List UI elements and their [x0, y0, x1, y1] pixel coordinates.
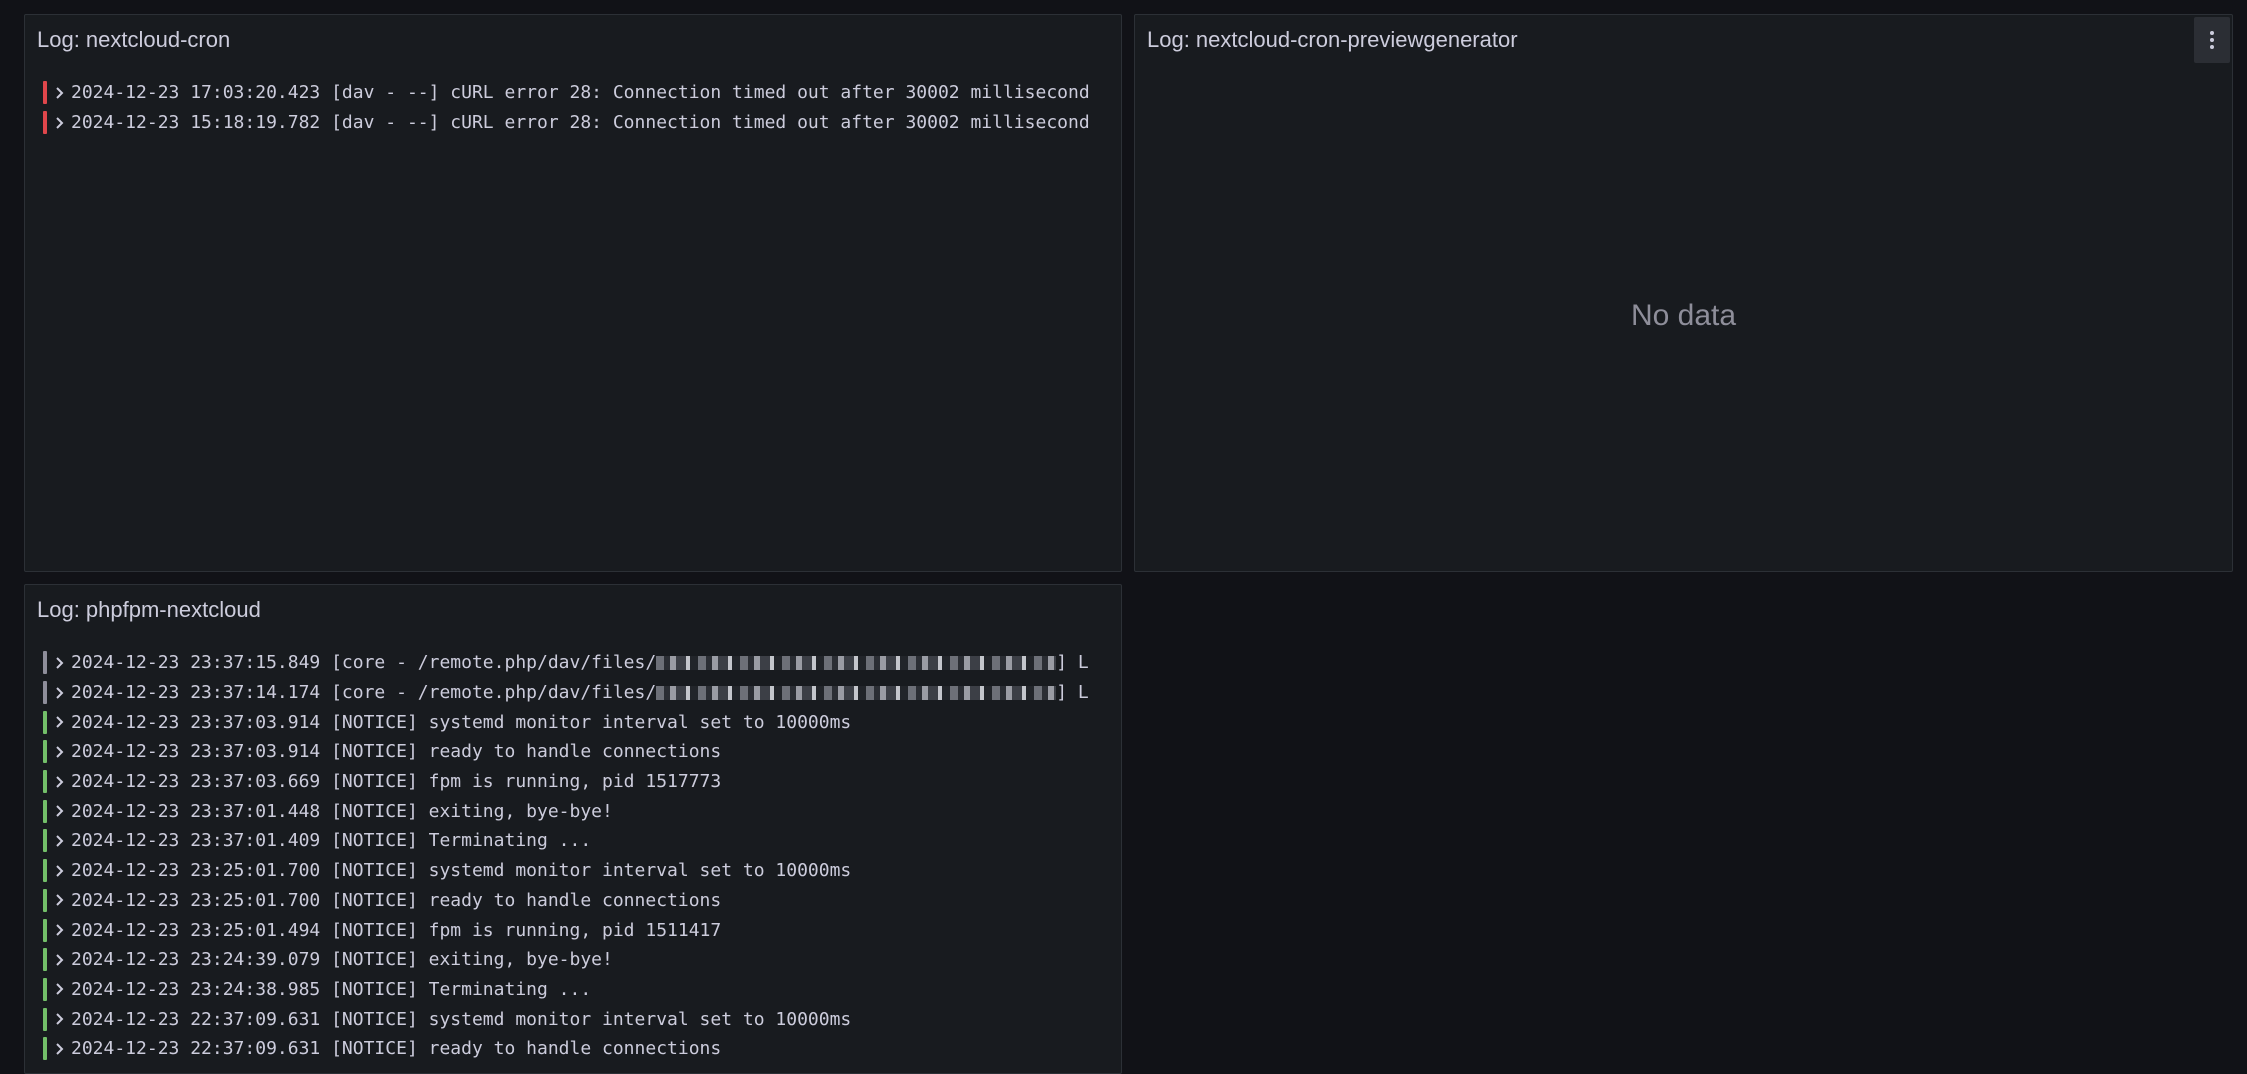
log-row[interactable]: 2024-12-23 23:37:03.914 [NOTICE] ready t…: [43, 737, 1111, 767]
chevron-right-icon[interactable]: [53, 829, 67, 852]
log-list: 2024-12-23 23:37:15.849 [core - /remote.…: [43, 648, 1111, 1073]
redacted-path: [656, 686, 1057, 701]
no-data-message: No data: [1630, 299, 1737, 332]
log-message: 2024-12-23 22:37:09.631 [NOTICE] systemd…: [71, 1008, 852, 1030]
chevron-right-icon[interactable]: [53, 111, 67, 134]
chevron-right-icon[interactable]: [53, 651, 67, 674]
log-level-indicator: [43, 918, 47, 942]
log-level-indicator: [43, 859, 47, 883]
log-message: 2024-12-23 15:18:19.782 [dav - --] cURL …: [71, 112, 1090, 134]
log-message-suffix: ] L: [1056, 682, 1089, 704]
log-message: 2024-12-23 23:37:03.669 [NOTICE] fpm is …: [71, 771, 722, 793]
log-row[interactable]: 2024-12-23 22:37:09.631 [NOTICE] systemd…: [43, 1004, 1111, 1034]
log-row[interactable]: 2024-12-23 23:25:01.700 [NOTICE] systemd…: [43, 856, 1111, 886]
chevron-right-icon[interactable]: [53, 948, 67, 971]
log-level-indicator: [43, 710, 47, 734]
log-row[interactable]: 2024-12-23 15:18:19.782 [dav - --] cURL …: [43, 108, 1111, 138]
log-row[interactable]: 2024-12-23 23:24:39.079 [NOTICE] exiting…: [43, 945, 1111, 975]
chevron-right-icon[interactable]: [53, 1008, 67, 1031]
log-message: 2024-12-23 23:37:01.448 [NOTICE] exiting…: [71, 800, 613, 822]
panel-phpfpm-nextcloud: Log: phpfpm-nextcloud 2024-12-23 23:37:1…: [24, 584, 1122, 1074]
log-row[interactable]: 2024-12-23 23:37:15.849 [core - /remote.…: [43, 648, 1111, 678]
chevron-right-icon[interactable]: [53, 681, 67, 704]
log-row[interactable]: 2024-12-23 23:37:03.914 [NOTICE] systemd…: [43, 707, 1111, 737]
log-level-indicator: [43, 770, 47, 794]
log-row[interactable]: 2024-12-23 23:37:01.448 [NOTICE] exiting…: [43, 796, 1111, 826]
panel-nextcloud-cron-previewgenerator: Log: nextcloud-cron-previewgenerator No …: [1134, 14, 2233, 572]
log-level-indicator: [43, 799, 47, 823]
chevron-right-icon[interactable]: [53, 1037, 67, 1060]
redacted-path: [656, 656, 1057, 671]
log-message: 2024-12-23 22:37:09.631 [NOTICE] ready t…: [71, 1038, 722, 1060]
panel-title[interactable]: Log: nextcloud-cron: [37, 27, 230, 53]
log-message: 2024-12-23 23:25:01.700 [NOTICE] ready t…: [71, 889, 722, 911]
log-list: 2024-12-23 17:03:20.423 [dav - --] cURL …: [43, 78, 1111, 571]
log-row[interactable]: 2024-12-23 23:25:01.700 [NOTICE] ready t…: [43, 886, 1111, 916]
log-row[interactable]: 2024-12-23 22:37:09.631 [NOTICE] ready t…: [43, 1034, 1111, 1064]
log-row[interactable]: 2024-12-23 23:37:14.174 [core - /remote.…: [43, 678, 1111, 708]
log-message: 2024-12-23 17:03:20.423 [dav - --] cURL …: [71, 82, 1090, 104]
log-message-suffix: ] L: [1056, 652, 1089, 674]
log-message: 2024-12-23 23:25:01.494 [NOTICE] fpm is …: [71, 919, 722, 941]
log-level-indicator: [43, 977, 47, 1001]
chevron-right-icon[interactable]: [53, 859, 67, 882]
chevron-right-icon[interactable]: [53, 711, 67, 734]
log-message-prefix: 2024-12-23 23:37:15.849 [core - /remote.…: [71, 652, 657, 674]
log-row[interactable]: 2024-12-23 17:03:20.423 [dav - --] cURL …: [43, 78, 1111, 108]
log-row[interactable]: 2024-12-23 23:37:03.669 [NOTICE] fpm is …: [43, 767, 1111, 797]
log-row[interactable]: 2024-12-23 23:24:38.985 [NOTICE] Termina…: [43, 975, 1111, 1005]
log-message: 2024-12-23 23:37:15.849 [core - /remote.…: [71, 652, 1089, 673]
chevron-right-icon[interactable]: [53, 919, 67, 942]
log-row[interactable]: 2024-12-23 23:37:01.409 [NOTICE] Termina…: [43, 826, 1111, 856]
log-level-indicator: [43, 829, 47, 853]
log-message-prefix: 2024-12-23 23:37:14.174 [core - /remote.…: [71, 682, 657, 704]
chevron-right-icon[interactable]: [53, 81, 67, 104]
chevron-right-icon[interactable]: [53, 800, 67, 823]
log-message: 2024-12-23 23:37:14.174 [core - /remote.…: [71, 682, 1089, 703]
log-message: 2024-12-23 23:25:01.700 [NOTICE] systemd…: [71, 860, 852, 882]
log-level-indicator: [43, 888, 47, 912]
log-level-indicator: [43, 651, 47, 675]
log-message: 2024-12-23 23:37:01.409 [NOTICE] Termina…: [71, 830, 592, 852]
log-level-indicator: [43, 1007, 47, 1031]
log-level-indicator: [43, 681, 47, 705]
log-level-indicator: [43, 1037, 47, 1061]
kebab-menu-icon[interactable]: [2194, 17, 2230, 63]
chevron-right-icon[interactable]: [53, 740, 67, 763]
panel-nextcloud-cron: Log: nextcloud-cron 2024-12-23 17:03:20.…: [24, 14, 1122, 572]
panel-title[interactable]: Log: nextcloud-cron-previewgenerator: [1147, 27, 1518, 53]
log-level-indicator: [43, 81, 47, 105]
panel-title[interactable]: Log: phpfpm-nextcloud: [37, 597, 261, 623]
chevron-right-icon[interactable]: [53, 978, 67, 1001]
log-row[interactable]: 2024-12-23 23:25:01.494 [NOTICE] fpm is …: [43, 915, 1111, 945]
log-level-indicator: [43, 111, 47, 135]
chevron-right-icon[interactable]: [53, 889, 67, 912]
log-message: 2024-12-23 23:37:03.914 [NOTICE] systemd…: [71, 711, 852, 733]
log-level-indicator: [43, 740, 47, 764]
chevron-right-icon[interactable]: [53, 770, 67, 793]
log-message: 2024-12-23 23:24:39.079 [NOTICE] exiting…: [71, 949, 613, 971]
log-message: 2024-12-23 23:24:38.985 [NOTICE] Termina…: [71, 978, 592, 1000]
log-message: 2024-12-23 23:37:03.914 [NOTICE] ready t…: [71, 741, 722, 763]
log-level-indicator: [43, 948, 47, 972]
